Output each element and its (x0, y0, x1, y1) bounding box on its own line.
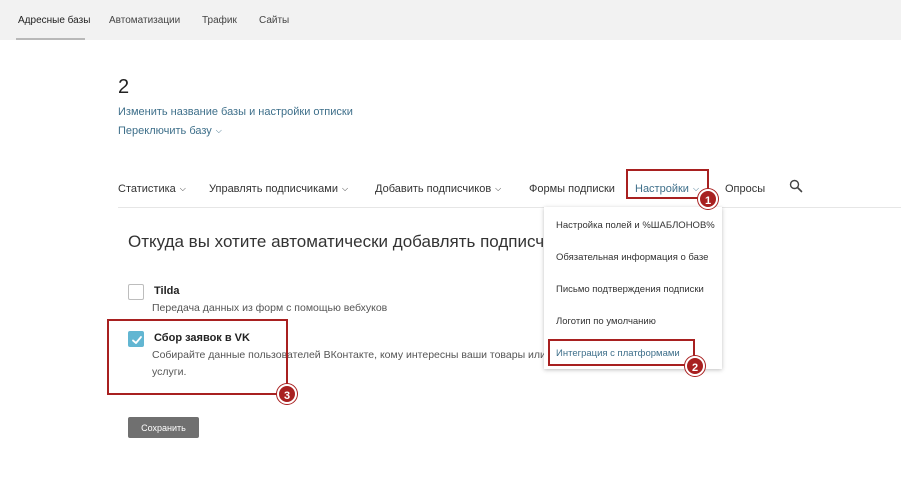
chevron-down-icon: ⌵ (495, 184, 502, 193)
subnav-item-label: Статистика (118, 183, 176, 195)
tab-traffic[interactable]: Трафик (202, 15, 237, 26)
chevron-down-icon: ⌵ (341, 184, 349, 193)
search-icon[interactable] (789, 179, 803, 193)
subnav-item-label: Опросы (725, 183, 766, 195)
tilda-checkbox[interactable] (128, 284, 144, 300)
subnav-item-manage-subscribers[interactable]: Управлять подписчиками ⌵ (209, 183, 348, 195)
menu-item-fields-templates[interactable]: Настройка полей и %ШАБЛОНОВ% (556, 220, 715, 231)
tab-automations[interactable]: Автоматизации (109, 15, 180, 26)
option-description-tilda: Передача данных из форм с помощью вебхук… (152, 302, 388, 314)
highlight-vk-option (107, 319, 288, 395)
subnav-item-label: Управлять подписчиками (209, 183, 338, 195)
chevron-down-icon: ⌵ (215, 126, 222, 135)
switch-database-link[interactable]: Переключить базу ⌵ (118, 125, 222, 137)
database-title: 2 (118, 76, 130, 98)
tab-address-bases[interactable]: Адресные базы (18, 15, 90, 26)
option-title-tilda: Tilda (154, 285, 180, 297)
annotation-badge-1: 1 (698, 189, 718, 209)
subnav-item-surveys[interactable]: Опросы (725, 183, 765, 195)
tab-sites[interactable]: Сайты (259, 15, 289, 26)
switch-database-label: Переключить базу (118, 125, 212, 137)
highlight-settings (626, 169, 709, 199)
highlight-integration (548, 339, 695, 366)
annotation-badge-3: 3 (277, 384, 297, 404)
subnav-item-label: Добавить подписчиков (375, 183, 492, 195)
subnav-item-subscription-forms[interactable]: Формы подписки (529, 183, 615, 195)
save-button[interactable]: Сохранить (128, 417, 199, 438)
annotation-badge-2: 2 (685, 356, 705, 376)
section-title: Откуда вы хотите автоматически добавлять… (128, 232, 590, 251)
subnav-divider (118, 207, 901, 208)
menu-item-confirmation-letter[interactable]: Письмо подтверждения подписки (556, 284, 704, 295)
menu-item-default-logo[interactable]: Логотип по умолчанию (556, 316, 656, 327)
chevron-down-icon: ⌵ (179, 184, 186, 193)
rename-database-link[interactable]: Изменить название базы и настройки отпис… (118, 106, 353, 118)
active-tab-underline (16, 38, 85, 40)
subnav-item-statistics[interactable]: Статистика ⌵ (118, 183, 186, 195)
top-navigation: Адресные базы Автоматизации Трафик Сайты (0, 0, 901, 40)
subnav-item-label: Формы подписки (529, 183, 615, 195)
subnav-item-add-subscribers[interactable]: Добавить подписчиков ⌵ (375, 183, 501, 195)
menu-item-required-info[interactable]: Обязательная информация о базе (556, 252, 708, 263)
